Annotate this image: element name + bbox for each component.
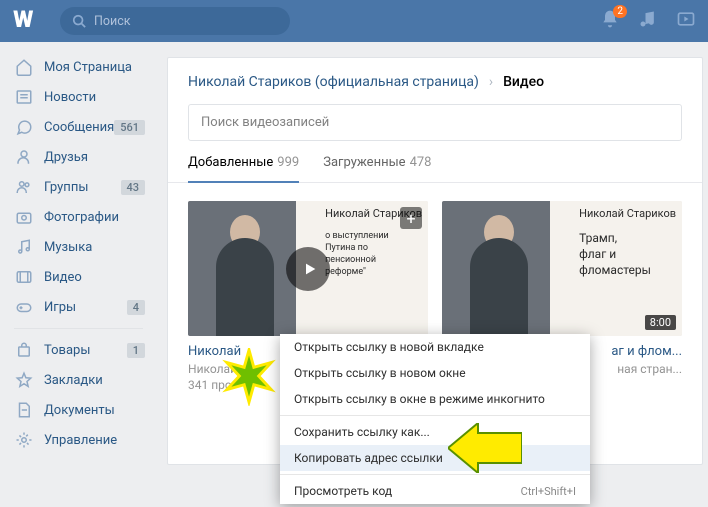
note-icon	[14, 237, 34, 257]
notification-badge: 2	[613, 5, 627, 18]
ctx-open-incognito[interactable]: Открыть ссылку в окне в режиме инкогнито	[280, 386, 590, 412]
context-menu: Открыть ссылку в новой вкладке Открыть с…	[280, 334, 590, 504]
ctx-save-link-as[interactable]: Сохранить ссылку как...	[280, 419, 590, 445]
home-icon	[14, 57, 34, 77]
search-input[interactable]	[94, 14, 278, 29]
ctx-open-new-window[interactable]: Открыть ссылку в новом окне	[280, 360, 590, 386]
sidebar-item-messages[interactable]: Сообщения561	[0, 112, 157, 142]
music-icon[interactable]	[638, 9, 658, 33]
sidebar-item-news[interactable]: Новости	[0, 82, 157, 112]
camera-icon	[14, 207, 34, 227]
user-icon	[14, 147, 34, 167]
annotation-arrow	[448, 423, 522, 477]
search-box[interactable]	[60, 7, 290, 35]
notifications-icon[interactable]: 2	[600, 9, 620, 33]
sidebar-item-goods[interactable]: Товары1	[0, 335, 157, 365]
video-thumbnail[interactable]: Николай Стариково выступлении Путина по …	[188, 201, 428, 336]
sidebar-separator	[14, 328, 143, 329]
breadcrumb-current: Видео	[503, 74, 544, 90]
chevron-right-icon: ›	[489, 74, 493, 90]
ctx-separator	[280, 474, 590, 475]
sidebar-item-bookmarks[interactable]: Закладки	[0, 365, 157, 395]
message-icon	[14, 117, 34, 137]
sidebar-item-groups[interactable]: Группы43	[0, 172, 157, 202]
bag-icon	[14, 340, 34, 360]
sidebar-item-photos[interactable]: Фотографии	[0, 202, 157, 232]
breadcrumb-parent[interactable]: Николай Стариков (официальная страница)	[188, 74, 479, 90]
play-icon[interactable]	[676, 9, 696, 33]
video-search-input[interactable]: Поиск видеозаписей	[188, 104, 682, 141]
sidebar: Моя Страница Новости Сообщения561 Друзья…	[0, 42, 157, 465]
sidebar-item-my-page[interactable]: Моя Страница	[0, 52, 157, 82]
vk-logo[interactable]: W	[12, 5, 40, 37]
sidebar-item-friends[interactable]: Друзья	[0, 142, 157, 172]
sidebar-item-documents[interactable]: Документы	[0, 395, 157, 425]
star-icon	[14, 370, 34, 390]
annotation-star	[220, 348, 278, 410]
video-icon	[14, 267, 34, 287]
news-icon	[14, 87, 34, 107]
users-icon	[14, 177, 34, 197]
video-thumbnail[interactable]: Николай СтариковТрамп, флаг и фломастеры…	[442, 201, 682, 336]
tab-uploaded[interactable]: Загруженные478	[323, 155, 431, 182]
gear-icon	[14, 430, 34, 450]
search-icon	[72, 14, 86, 28]
ctx-open-new-tab[interactable]: Открыть ссылку в новой вкладке	[280, 334, 590, 360]
sidebar-item-music[interactable]: Музыка	[0, 232, 157, 262]
sidebar-item-manage[interactable]: Управление	[0, 425, 157, 455]
ctx-inspect[interactable]: Просмотреть кодCtrl+Shift+I	[280, 478, 590, 504]
ctx-separator	[280, 415, 590, 416]
video-duration: 8:00	[645, 315, 676, 330]
sidebar-item-games[interactable]: Игры4	[0, 292, 157, 322]
tabs: Добавленные999 Загруженные478	[168, 141, 702, 183]
sidebar-item-video[interactable]: Видео	[0, 262, 157, 292]
svg-text:W: W	[13, 5, 33, 33]
top-header: W 2	[0, 0, 708, 42]
tab-added[interactable]: Добавленные999	[188, 155, 299, 182]
document-icon	[14, 400, 34, 420]
add-to-list-button[interactable]: +	[400, 207, 422, 229]
gamepad-icon	[14, 297, 34, 317]
ctx-copy-link-address[interactable]: Копировать адрес ссылки	[280, 445, 590, 471]
play-button[interactable]	[286, 247, 330, 291]
breadcrumb: Николай Стариков (официальная страница) …	[168, 58, 702, 104]
